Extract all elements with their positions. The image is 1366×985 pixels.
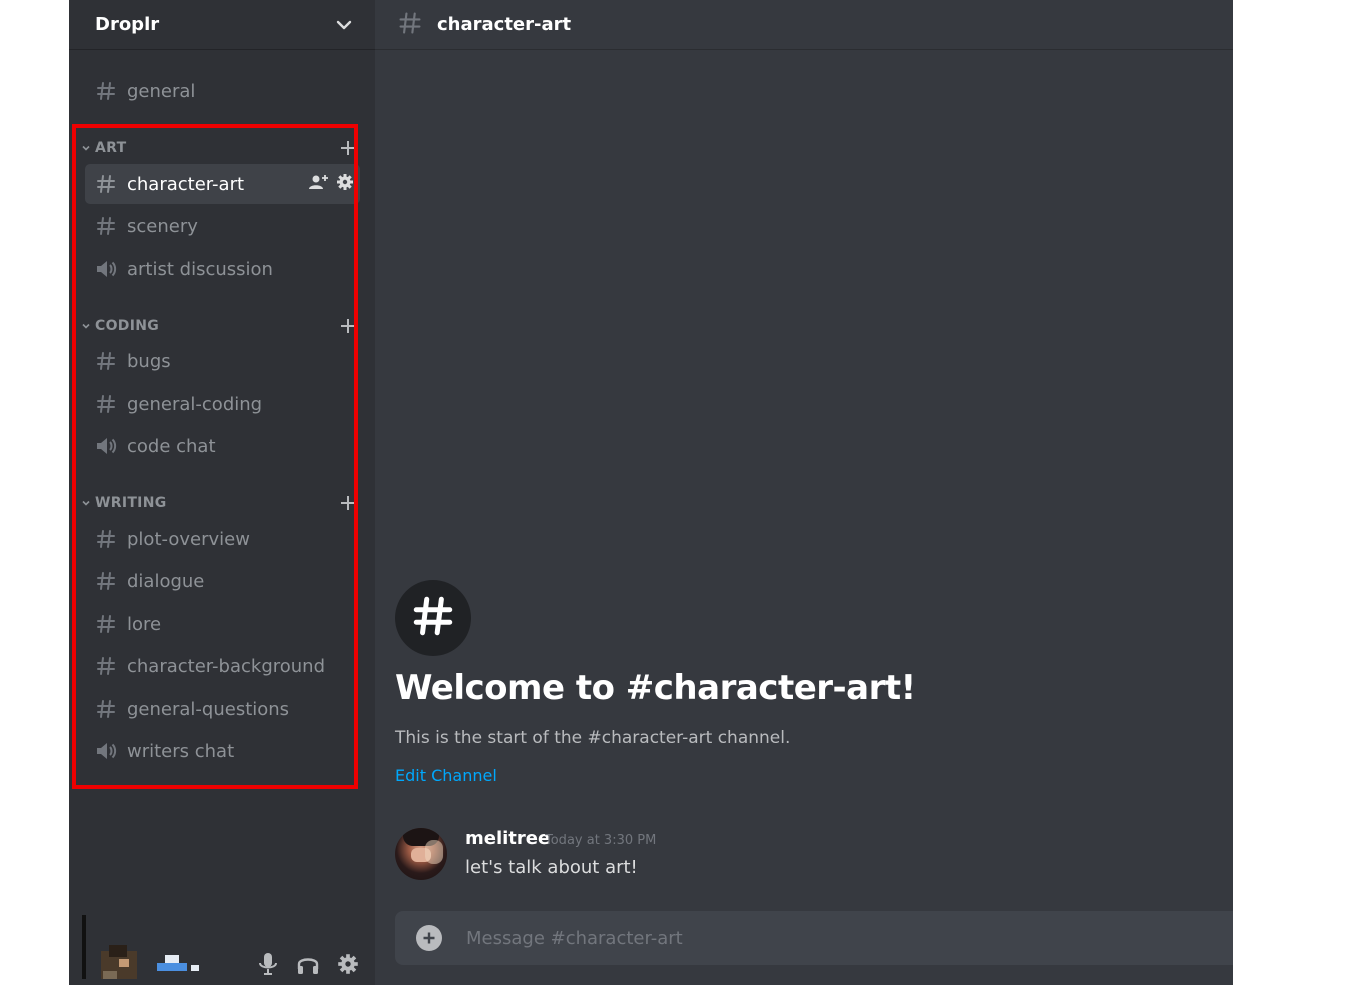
chevron-down-icon (81, 498, 91, 508)
server-name: Droplr (95, 14, 160, 35)
speaker-icon (95, 435, 117, 457)
channel-name: lore (127, 613, 162, 635)
user-avatar-pixelated[interactable] (79, 915, 209, 980)
channel-scenery[interactable]: scenery (85, 206, 360, 246)
channel-name: artist discussion (127, 258, 273, 280)
voice-controls (255, 951, 361, 977)
hash-icon (95, 350, 117, 372)
add-channel-icon[interactable] (337, 137, 359, 159)
server-header[interactable]: Droplr (69, 0, 375, 50)
channel-plot-overview[interactable]: plot-overview (85, 519, 360, 559)
speaker-icon (95, 258, 117, 280)
channel-sidebar: Droplr general ART character-art scenery… (69, 0, 375, 985)
welcome-subtitle: This is the start of the #character-art … (395, 728, 791, 748)
channel-name: scenery (127, 215, 198, 237)
hash-icon (95, 613, 117, 635)
hash-icon (95, 173, 117, 195)
channel-title: character-art (437, 14, 572, 35)
channel-name: general-coding (127, 393, 263, 415)
edit-channel-link[interactable]: Edit Channel (395, 766, 497, 785)
channel-actions (308, 164, 354, 204)
hash-icon (95, 393, 117, 415)
hash-icon (95, 215, 117, 237)
welcome-title: Welcome to #character-art! (395, 668, 916, 708)
channel-name: general (127, 80, 196, 102)
add-channel-icon[interactable] (337, 315, 359, 337)
hash-icon (397, 10, 423, 40)
channel-dialogue[interactable]: dialogue (85, 561, 360, 601)
category-name: CODING (95, 318, 160, 334)
channel-general-coding[interactable]: general-coding (85, 384, 360, 424)
message-timestamp: Today at 3:30 PM (545, 833, 657, 848)
plus-icon (423, 932, 435, 944)
channel-general-questions[interactable]: general-questions (85, 689, 360, 729)
gear-icon[interactable] (336, 173, 354, 195)
invite-icon[interactable] (308, 173, 330, 195)
message-text: let's talk about art! (465, 857, 638, 878)
user-panel (69, 910, 375, 985)
message-input[interactable] (464, 926, 1168, 950)
message-composer (395, 911, 1233, 965)
hash-icon (95, 528, 117, 550)
category-name: WRITING (95, 495, 167, 511)
chevron-down-icon (335, 16, 353, 34)
channel-name: code chat (127, 435, 216, 457)
message-item: melitree Today at 3:30 PM let's talk abo… (395, 826, 1195, 886)
chevron-down-icon (81, 143, 91, 153)
discord-app: Droplr general ART character-art scenery… (69, 0, 1233, 985)
channel-artist-discussion[interactable]: artist discussion (85, 249, 360, 289)
channel-general[interactable]: general (85, 71, 360, 111)
category-name: ART (95, 140, 127, 156)
channel-character-background[interactable]: character-background (85, 646, 360, 686)
category-art[interactable]: ART (81, 137, 359, 159)
add-channel-icon[interactable] (337, 492, 359, 514)
hash-icon (95, 570, 117, 592)
channel-name: general-questions (127, 698, 290, 720)
category-coding[interactable]: CODING (81, 315, 359, 337)
channel-writers-chat[interactable]: writers chat (85, 731, 360, 771)
channel-lore[interactable]: lore (85, 604, 360, 644)
chat-area: character-art Welcome to #character-art!… (375, 0, 1233, 985)
hash-icon (410, 593, 456, 643)
hash-icon (95, 698, 117, 720)
headphones-icon[interactable] (295, 951, 321, 977)
channel-name: bugs (127, 350, 171, 372)
channel-code-chat[interactable]: code chat (85, 426, 360, 466)
avatar[interactable] (395, 828, 447, 880)
chevron-down-icon (81, 321, 91, 331)
channel-hash-badge (395, 580, 471, 656)
channel-name: writers chat (127, 740, 235, 762)
channel-name: character-art (127, 173, 245, 195)
channel-character-art[interactable]: character-art (85, 164, 360, 204)
speaker-icon (95, 740, 117, 762)
channel-bugs[interactable]: bugs (85, 341, 360, 381)
channel-header: character-art (375, 0, 1233, 50)
channel-name: plot-overview (127, 528, 250, 550)
user-settings-gear-icon[interactable] (335, 951, 361, 977)
add-attachment-button[interactable] (416, 925, 442, 951)
channel-name: character-background (127, 655, 325, 677)
channel-name: dialogue (127, 570, 205, 592)
message-author[interactable]: melitree (465, 828, 550, 849)
microphone-icon[interactable] (255, 951, 281, 977)
category-writing[interactable]: WRITING (81, 492, 359, 514)
hash-icon (95, 655, 117, 677)
hash-icon (95, 80, 117, 102)
